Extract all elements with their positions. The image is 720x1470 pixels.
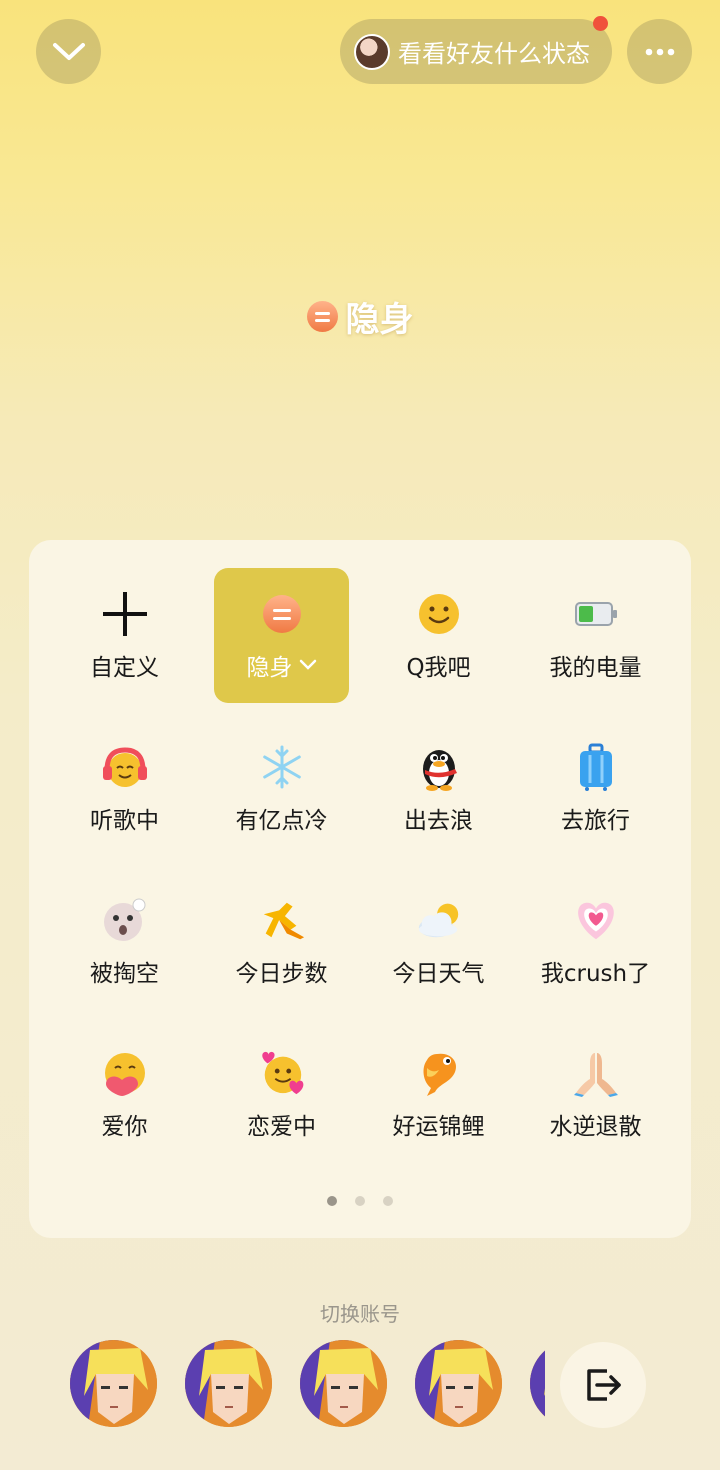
status-item-label: 我crush了 bbox=[540, 961, 651, 987]
penguin-icon bbox=[415, 743, 463, 791]
status-item-invisible[interactable]: 隐身 bbox=[214, 568, 349, 703]
account-list bbox=[0, 1340, 545, 1430]
heart-icon bbox=[572, 896, 620, 944]
status-item-label: 今日天气 bbox=[392, 961, 485, 987]
invisible-status-icon bbox=[258, 590, 306, 638]
status-item-label: 我的电量 bbox=[549, 655, 642, 681]
status-item-battery[interactable]: 我的电量 bbox=[528, 568, 663, 703]
status-item-go-out[interactable]: 出去浪 bbox=[371, 721, 506, 856]
account-avatar[interactable] bbox=[185, 1340, 272, 1427]
status-item-label: 爱你 bbox=[101, 1114, 148, 1140]
logout-icon bbox=[587, 1369, 621, 1401]
praying-hands-icon bbox=[572, 1049, 620, 1097]
current-status: 隐身 bbox=[0, 292, 720, 341]
hugging-face-icon bbox=[101, 1049, 149, 1097]
plus-icon bbox=[101, 590, 149, 638]
status-item-listening[interactable]: 听歌中 bbox=[57, 721, 192, 856]
status-item-cold[interactable]: 有亿点冷 bbox=[214, 721, 349, 856]
page-dot[interactable] bbox=[355, 1196, 365, 1206]
status-item-weather[interactable]: 今日天气 bbox=[371, 874, 506, 1009]
status-item-label: Q我吧 bbox=[406, 655, 471, 681]
account-avatar[interactable] bbox=[530, 1340, 545, 1427]
invisible-status-icon bbox=[306, 301, 338, 332]
collapse-button[interactable] bbox=[36, 19, 101, 84]
logout-button[interactable] bbox=[560, 1342, 646, 1428]
suitcase-icon bbox=[572, 743, 620, 791]
koi-fish-icon bbox=[415, 1049, 463, 1097]
status-item-label: 水逆退散 bbox=[549, 1114, 642, 1140]
page-dot[interactable] bbox=[383, 1196, 393, 1206]
status-panel: 自定义 隐身 Q我吧 我的电量 听歌中 有亿点冷 出去浪 去旅行 被掏空 今日步… bbox=[29, 540, 691, 1238]
chevron-down-icon bbox=[52, 42, 85, 60]
status-item-label: 好运锦鲤 bbox=[392, 1114, 485, 1140]
status-item-travel[interactable]: 去旅行 bbox=[528, 721, 663, 856]
account-avatar[interactable] bbox=[300, 1340, 387, 1427]
status-item-love-you[interactable]: 爱你 bbox=[57, 1027, 192, 1162]
status-item-label: 去旅行 bbox=[561, 808, 630, 834]
status-item-lucky-koi[interactable]: 好运锦鲤 bbox=[371, 1027, 506, 1162]
in-love-face-icon bbox=[258, 1049, 306, 1097]
switch-account-label: 切换账号 bbox=[320, 1302, 400, 1326]
status-item-label: 出去浪 bbox=[404, 808, 473, 834]
battery-icon bbox=[572, 590, 620, 638]
account-avatar[interactable] bbox=[415, 1340, 502, 1427]
snowflake-icon bbox=[258, 743, 306, 791]
status-item-label: 恋爱中 bbox=[247, 1114, 316, 1140]
notification-dot bbox=[593, 16, 608, 31]
status-item-mercury-retrograde[interactable]: 水逆退散 bbox=[528, 1027, 663, 1162]
account-avatar[interactable] bbox=[70, 1340, 157, 1427]
headphones-face-icon bbox=[101, 743, 149, 791]
status-item-steps[interactable]: 今日步数 bbox=[214, 874, 349, 1009]
status-item-exhausted[interactable]: 被掏空 bbox=[57, 874, 192, 1009]
status-item-q-me[interactable]: Q我吧 bbox=[371, 568, 506, 703]
status-item-crush[interactable]: 我crush了 bbox=[528, 874, 663, 1009]
page-dot-active[interactable] bbox=[327, 1196, 337, 1206]
status-item-label: 被掏空 bbox=[90, 961, 159, 987]
page-indicator bbox=[29, 1196, 691, 1206]
more-options-button[interactable] bbox=[627, 19, 692, 84]
more-dots-icon bbox=[645, 48, 674, 55]
chevron-down-icon bbox=[299, 659, 316, 670]
friend-status-button[interactable]: 看看好友什么状态 bbox=[340, 19, 612, 84]
running-icon bbox=[258, 896, 306, 944]
exhausted-face-icon bbox=[101, 896, 149, 944]
status-item-label: 隐身 bbox=[246, 655, 293, 681]
friend-avatar bbox=[354, 33, 390, 70]
status-item-label: 听歌中 bbox=[90, 808, 159, 834]
status-item-label: 自定义 bbox=[90, 655, 159, 681]
friend-status-label: 看看好友什么状态 bbox=[398, 40, 590, 68]
cloud-sun-icon bbox=[415, 896, 463, 944]
status-item-label: 今日步数 bbox=[235, 961, 328, 987]
current-status-label: 隐身 bbox=[345, 300, 414, 340]
smiley-face-icon bbox=[415, 590, 463, 638]
status-item-label: 有亿点冷 bbox=[235, 808, 328, 834]
status-item-custom[interactable]: 自定义 bbox=[57, 568, 192, 703]
status-item-in-love[interactable]: 恋爱中 bbox=[214, 1027, 349, 1162]
